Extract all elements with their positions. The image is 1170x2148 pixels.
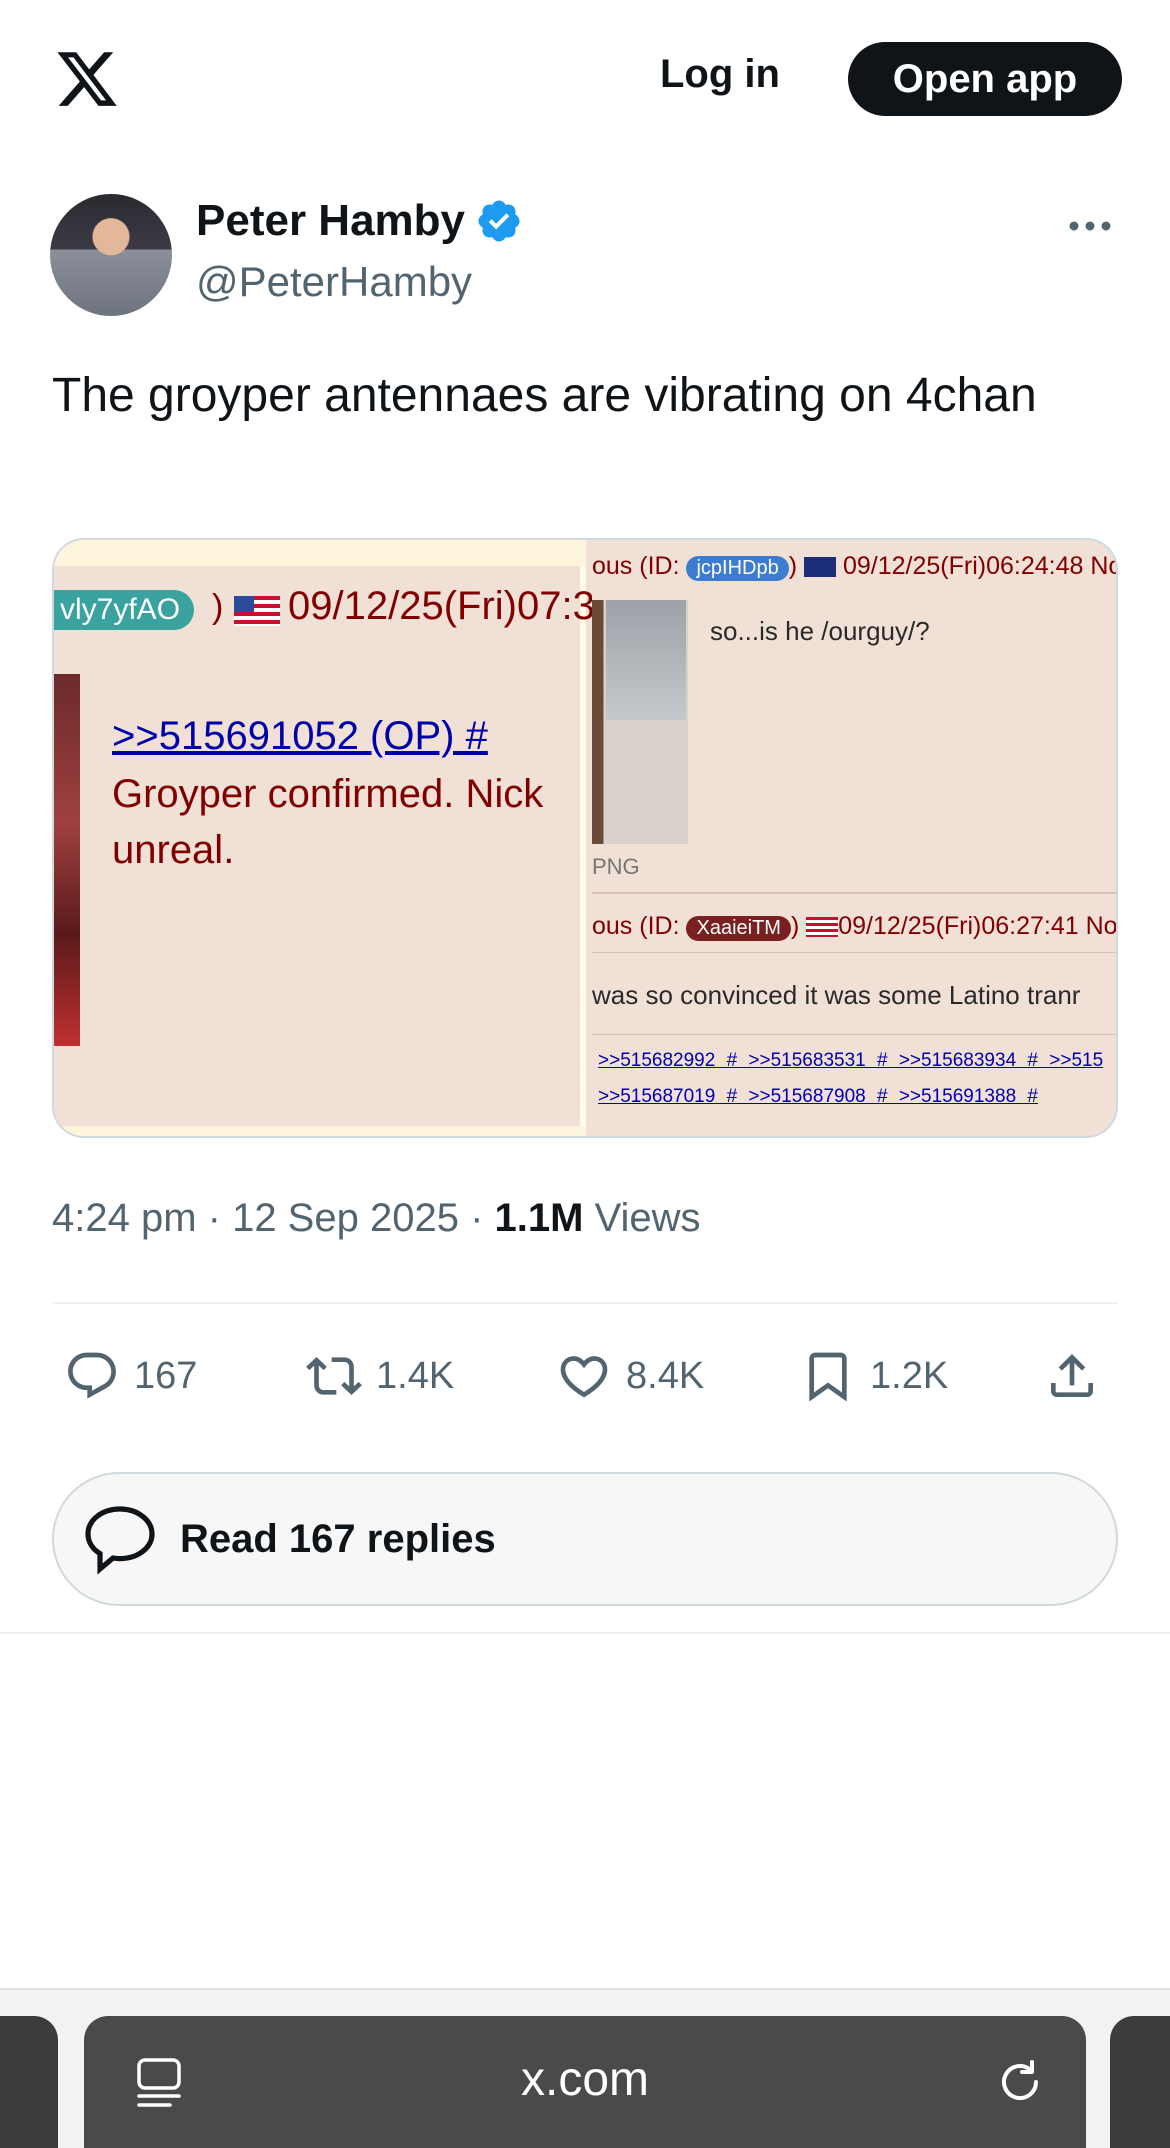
paren: )	[212, 588, 224, 626]
read-replies-label: Read 167 replies	[180, 1516, 496, 1561]
top-bar: Log in Open app	[0, 0, 1170, 160]
tweet-date[interactable]: 12 Sep 2025	[232, 1196, 459, 1240]
tweet-time[interactable]: 4:24 pm	[52, 1196, 197, 1240]
post-header-prefix: ous (ID:	[592, 912, 687, 940]
media-left-panel: vly7yfAO ) 09/12/25(Fri)07:3 >>515691052…	[54, 540, 595, 1136]
tweet-meta: 4:24 pm · 12 Sep 2025 · 1.1M Views	[52, 1196, 701, 1240]
poster-id-badge: jcpIHDpb	[686, 556, 789, 581]
avatar[interactable]	[50, 194, 172, 316]
reply-button[interactable]: 167	[64, 1346, 197, 1406]
bookmark-button[interactable]: 1.2K	[800, 1346, 948, 1406]
post-date: 09/12/25(Fri)06:27:41 No	[838, 912, 1118, 940]
reply-count: 167	[134, 1354, 198, 1397]
more-options-icon[interactable]	[1066, 210, 1114, 242]
author-handle[interactable]: @PeterHamby	[196, 258, 472, 306]
open-app-button[interactable]: Open app	[848, 42, 1122, 116]
login-link[interactable]: Log in	[660, 52, 780, 97]
strip	[54, 540, 586, 566]
share-icon	[1051, 1354, 1093, 1397]
reload-icon[interactable]	[992, 2054, 1048, 2110]
reply-links: >>515687019 # >>515687908 # >>515691388 …	[598, 1086, 1038, 1107]
replies-bubble-icon	[85, 1506, 155, 1575]
repost-button[interactable]: 1.4K	[306, 1346, 454, 1406]
post-body: was so convinced it was some Latino tran…	[592, 980, 1081, 1010]
next-tab[interactable]	[1110, 2016, 1170, 2148]
repost-icon	[306, 1357, 362, 1395]
post-header-1: ous (ID: jcpIHDpb) 09/12/25(Fri)06:24:48…	[592, 552, 1118, 581]
au-flag-icon	[804, 557, 837, 578]
post-thumbnail	[592, 600, 688, 844]
views-count: 1.1M	[494, 1196, 584, 1240]
heart-icon	[560, 1356, 608, 1398]
like-count: 8.4K	[626, 1354, 705, 1397]
bookmark-count: 1.2K	[870, 1354, 949, 1397]
repost-count: 1.4K	[376, 1354, 455, 1397]
previous-tab[interactable]	[0, 2016, 58, 2148]
tweet-text: The groyper antennaes are vibrating on 4…	[52, 369, 1037, 422]
post-header-2: ous (ID: XaaieiTM) 09/12/25(Fri)06:27:41…	[592, 912, 1118, 941]
poster-id-badge: vly7yfAO	[54, 590, 195, 630]
divider	[0, 1632, 1170, 1634]
author-name-row[interactable]: Peter Hamby	[196, 196, 523, 246]
strip	[54, 1126, 586, 1136]
post-date: 09/12/25(Fri)07:3	[288, 584, 595, 628]
reply-icon	[68, 1352, 116, 1399]
post-header-prefix: ous (ID:	[592, 552, 687, 580]
tweet-media-image[interactable]: vly7yfAO ) 09/12/25(Fri)07:3 >>515691052…	[52, 538, 1118, 1138]
file-label: PNG	[592, 854, 640, 879]
verified-badge-icon	[478, 200, 520, 242]
divider	[592, 952, 1116, 953]
divider	[592, 892, 1116, 894]
author-name[interactable]: Peter Hamby	[196, 196, 465, 246]
us-flag-icon	[234, 596, 280, 626]
read-replies-button[interactable]: Read 167 replies	[52, 1472, 1118, 1606]
post-thumbnail	[54, 674, 80, 1046]
quote-link: >>515691052 (OP) #	[112, 714, 488, 758]
divider	[592, 1034, 1116, 1035]
share-button[interactable]	[1044, 1346, 1100, 1406]
reply-links: >>515682992 # >>515683531 # >>515683934 …	[598, 1050, 1104, 1071]
divider	[52, 1302, 1118, 1304]
poster-id-badge: XaaieiTM	[686, 916, 791, 941]
like-button[interactable]: 8.4K	[556, 1346, 704, 1406]
post-date: 09/12/25(Fri)06:24:48 No	[842, 552, 1118, 580]
url-text[interactable]: x.com	[84, 2052, 1086, 2107]
post-body: so...is he /ourguy/?	[710, 616, 930, 646]
browser-toolbar: x.com	[0, 1988, 1170, 2148]
post-body: Groyper confirmed. Nick unreal.	[112, 772, 544, 872]
us-flag-icon	[806, 917, 839, 938]
bookmark-icon	[809, 1352, 847, 1402]
x-logo-icon[interactable]	[52, 46, 122, 112]
media-right-panel: ous (ID: jcpIHDpb) 09/12/25(Fri)06:24:48…	[592, 540, 1118, 1136]
views-label: Views	[594, 1196, 701, 1240]
address-bar[interactable]: x.com	[84, 2016, 1086, 2148]
